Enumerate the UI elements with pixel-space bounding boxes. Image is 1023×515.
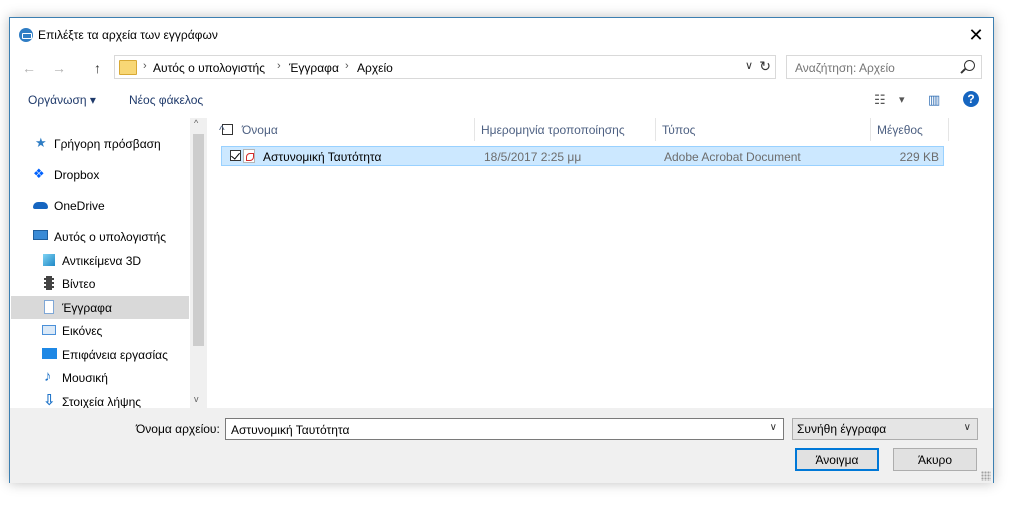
sidebar-item-pictures[interactable]: Εικόνες	[11, 319, 189, 342]
refresh-icon[interactable]: ↻	[759, 58, 771, 75]
breadcrumb-this-pc[interactable]: Αυτός ο υπολογιστής	[153, 61, 265, 75]
search-box[interactable]	[786, 55, 982, 79]
sidebar-item-this-pc[interactable]: Αυτός ο υπολογιστής	[11, 225, 189, 248]
breadcrumb-documents[interactable]: Έγγραφα	[289, 61, 339, 75]
music-icon: ♪	[44, 368, 52, 385]
search-input[interactable]	[793, 58, 957, 78]
filename-combobox[interactable]: ∨	[225, 418, 784, 440]
cloud-icon	[33, 202, 48, 209]
navigation-pane: ★ Γρήγορη πρόσβαση ❖ Dropbox OneDrive Αυ…	[11, 118, 189, 408]
search-icon[interactable]	[964, 60, 975, 71]
file-list: Όνομα ^ Ημερομηνία τροποποίησης Τύπος Μέ…	[213, 118, 993, 408]
computer-icon	[33, 230, 48, 240]
cancel-button[interactable]: Άκυρο	[893, 448, 977, 471]
sidebar-item-3d-objects[interactable]: Αντικείμενα 3D	[11, 249, 189, 272]
cube-icon	[43, 254, 55, 266]
close-button[interactable]: ✕	[959, 18, 993, 52]
preview-pane-icon[interactable]: ▥	[928, 92, 940, 108]
resize-grip-icon[interactable]	[981, 471, 991, 481]
filename-input[interactable]	[229, 421, 753, 439]
column-header-name[interactable]: Όνομα ^	[213, 118, 475, 141]
forward-arrow-icon[interactable]: →	[52, 60, 66, 76]
dropbox-icon: ❖	[33, 166, 45, 181]
sidebar-item-music[interactable]: ♪ Μουσική	[11, 366, 189, 389]
column-header-modified[interactable]: Ημερομηνία τροποποίησης	[475, 118, 656, 141]
chevron-down-icon[interactable]: ∨	[770, 422, 777, 433]
sidebar-item-quick-access[interactable]: ★ Γρήγορη πρόσβαση	[11, 132, 189, 155]
star-icon: ★	[35, 135, 47, 150]
help-icon[interactable]: ?	[963, 91, 979, 107]
table-row[interactable]: Αστυνομική Ταυτότητα 18/5/2017 2:25 μμ A…	[221, 146, 944, 166]
organize-button[interactable]: Οργάνωση ▾	[28, 93, 96, 107]
sidebar-item-downloads[interactable]: ⇩ Στοιχεία λήψης	[11, 390, 189, 408]
sidebar-item-desktop[interactable]: Επιφάνεια εργασίας	[11, 343, 189, 366]
file-name: Αστυνομική Ταυτότητα	[263, 150, 382, 164]
filename-label: Όνομα αρχείου:	[136, 422, 220, 436]
navigation-bar: ← → ↑ › Αυτός ο υπολογιστής › Έγγραφα › …	[10, 52, 993, 84]
download-icon: ⇩	[43, 392, 56, 408]
document-icon	[44, 300, 54, 314]
sort-ascending-icon: ^	[219, 123, 225, 137]
pdf-file-icon	[243, 149, 255, 163]
breadcrumb-separator: ›	[345, 60, 349, 72]
scrollbar-thumb[interactable]	[193, 134, 204, 346]
desktop-icon	[42, 348, 57, 359]
file-type: Adobe Acrobat Document	[664, 150, 801, 164]
sidebar-item-onedrive[interactable]: OneDrive	[11, 194, 189, 217]
folder-icon	[119, 60, 137, 75]
organize-label: Οργάνωση	[28, 93, 87, 107]
sidebar-item-documents[interactable]: Έγγραφα	[11, 296, 189, 319]
file-open-dialog: Επιλέξτε τα αρχεία των εγγράφων ✕ ← → ↑ …	[9, 17, 994, 483]
view-options-icon[interactable]: ☷	[874, 92, 886, 108]
view-caret-icon[interactable]: ▾	[899, 93, 905, 106]
breadcrumb-archive[interactable]: Αρχείο	[357, 61, 393, 75]
dialog-footer: Όνομα αρχείου: ∨ Συνήθη έγγραφα ∨ Άνοιγμ…	[10, 408, 993, 483]
sidebar-item-videos[interactable]: Βίντεο	[11, 272, 189, 295]
back-arrow-icon[interactable]: ←	[22, 60, 36, 76]
breadcrumb-separator: ›	[277, 60, 281, 72]
open-button[interactable]: Άνοιγμα	[795, 448, 879, 471]
scroll-up-icon[interactable]: ^	[194, 118, 198, 128]
file-modified: 18/5/2017 2:25 μμ	[484, 150, 582, 164]
new-folder-button[interactable]: Νέος φάκελος	[129, 93, 203, 107]
filetype-value: Συνήθη έγγραφα	[797, 422, 887, 436]
filetype-select[interactable]: Συνήθη έγγραφα ∨	[792, 418, 978, 440]
address-bar[interactable]: › Αυτός ο υπολογιστής › Έγγραφα › Αρχείο…	[114, 55, 776, 79]
app-icon	[19, 28, 33, 42]
column-header-type[interactable]: Τύπος	[656, 118, 871, 141]
up-arrow-icon[interactable]: ↑	[94, 60, 101, 76]
caret-down-icon: ▾	[89, 93, 96, 107]
command-bar: Οργάνωση ▾ Νέος φάκελος ☷ ▾ ▥ ?	[10, 84, 993, 118]
file-size: 229 KB	[899, 150, 939, 164]
title-bar: Επιλέξτε τα αρχεία των εγγράφων ✕	[10, 18, 993, 52]
picture-icon	[42, 325, 56, 335]
scroll-down-icon[interactable]: v	[194, 394, 199, 404]
window-title: Επιλέξτε τα αρχεία των εγγράφων	[38, 28, 218, 42]
chevron-down-icon[interactable]: ∨	[745, 59, 753, 72]
film-icon	[44, 276, 54, 290]
row-checkbox[interactable]	[230, 150, 241, 161]
sidebar-item-dropbox[interactable]: ❖ Dropbox	[11, 163, 189, 186]
breadcrumb-separator: ›	[143, 60, 147, 72]
column-header-size[interactable]: Μέγεθος	[871, 118, 949, 141]
chevron-down-icon[interactable]: ∨	[964, 422, 971, 433]
